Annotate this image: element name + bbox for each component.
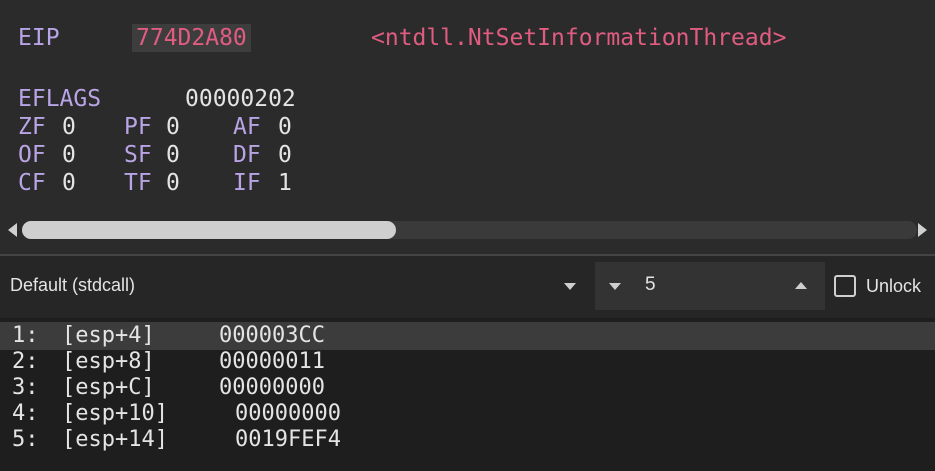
flag-sf-name[interactable]: SF [124,141,152,169]
stack-arg-row[interactable]: 2: [esp+8] 00000011 [0,348,935,376]
arg-count-value[interactable]: 5 [645,274,656,296]
decrement-arrow-icon[interactable] [609,283,621,290]
eflags-register-name[interactable]: EFLAGS [18,85,101,113]
stack-arg-index: 2: [12,349,39,374]
stack-arg-row[interactable]: 5: [esp+14] 0019FEF4 [0,426,935,454]
flag-pf-value[interactable]: 0 [166,113,180,141]
stack-arg-value: 0019FEF4 [235,427,341,452]
stack-arg-offset: [esp+14] [62,427,168,452]
stack-arg-offset: [esp+8] [62,349,155,374]
stack-arg-value: 00000011 [219,349,325,374]
stack-arg-row[interactable]: 1: [esp+4] 000003CC [0,322,935,350]
horizontal-scrollbar[interactable] [0,215,935,245]
flag-if-value[interactable]: 1 [278,169,292,197]
eip-register-value[interactable]: 774D2A80 [132,24,251,52]
unlock-checkbox[interactable] [834,275,856,297]
flag-af-name[interactable]: AF [233,113,261,141]
eflags-register-value[interactable]: 00000202 [185,85,296,113]
scroll-right-arrow-icon[interactable] [918,223,927,237]
flag-zf-name[interactable]: ZF [18,113,46,141]
stack-arg-offset: [esp+C] [62,375,155,400]
callstack-toolbar: Default (stdcall) 5 Unlock [0,256,935,318]
stack-arg-index: 3: [12,375,39,400]
flag-df-name[interactable]: DF [233,141,261,169]
flag-of-name[interactable]: OF [18,141,46,169]
flag-cf-value[interactable]: 0 [62,169,76,197]
unlock-label[interactable]: Unlock [866,276,921,297]
arg-count-spinbox[interactable]: 5 [595,262,825,310]
calling-convention-dropdown[interactable]: Default (stdcall) [0,266,590,306]
flag-tf-name[interactable]: TF [124,169,152,197]
increment-arrow-icon[interactable] [795,282,807,289]
stack-arg-value: 00000000 [235,401,341,426]
flag-df-value[interactable]: 0 [278,141,292,169]
chevron-down-icon[interactable] [564,283,576,290]
flag-tf-value[interactable]: 0 [166,169,180,197]
flag-pf-name[interactable]: PF [124,113,152,141]
flag-cf-name[interactable]: CF [18,169,46,197]
stack-arg-index: 1: [12,323,39,348]
flag-if-name[interactable]: IF [233,169,261,197]
stack-arg-index: 4: [12,401,39,426]
flag-af-value[interactable]: 0 [278,113,292,141]
stack-arg-offset: [esp+4] [62,323,155,348]
stack-arg-row[interactable]: 3: [esp+C] 00000000 [0,374,935,402]
stack-arg-index: 5: [12,427,39,452]
scroll-left-arrow-icon[interactable] [8,223,17,237]
stack-arg-offset: [esp+10] [62,401,168,426]
stack-arg-row[interactable]: 4: [esp+10] 00000000 [0,400,935,428]
scroll-thumb[interactable] [22,221,396,239]
calling-convention-value: Default (stdcall) [10,275,136,295]
registers-panel: EIP 774D2A80 <ntdll.NtSetInformationThre… [0,0,935,255]
eip-register-name[interactable]: EIP [18,24,60,52]
flag-sf-value[interactable]: 0 [166,141,180,169]
stack-arguments-list: 1: [esp+4] 000003CC 2: [esp+8] 00000011 … [0,318,935,471]
flag-of-value[interactable]: 0 [62,141,76,169]
flag-zf-value[interactable]: 0 [62,113,76,141]
eip-symbol-label[interactable]: <ntdll.NtSetInformationThread> [371,24,786,52]
stack-arg-value: 00000000 [219,375,325,400]
stack-arg-value: 000003CC [219,323,325,348]
